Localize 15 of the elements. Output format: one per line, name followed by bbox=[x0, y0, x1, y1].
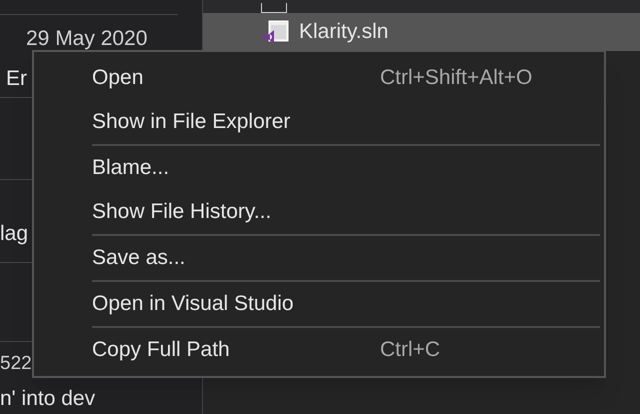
file-name: Klarity.sln bbox=[299, 19, 388, 46]
commit-message: n' into dev bbox=[0, 386, 96, 412]
commit-message: Er bbox=[6, 66, 27, 92]
menu-item[interactable]: Save as... bbox=[92, 236, 600, 280]
menu-item[interactable]: Copy Full Path Ctrl+C bbox=[92, 328, 600, 372]
commit-id: 522 bbox=[0, 352, 32, 376]
file-row[interactable]: Klarity.sln bbox=[203, 13, 640, 51]
menu-item[interactable]: Show in File Explorer bbox=[34, 100, 604, 144]
commit-message: lag bbox=[0, 221, 28, 248]
menu-item[interactable]: Open Ctrl+Shift+Alt+O bbox=[34, 56, 604, 100]
commit-date: 29 May 2020 bbox=[26, 26, 148, 52]
file-row[interactable] bbox=[203, 0, 640, 13]
menu-item[interactable]: Show File History... bbox=[92, 190, 600, 234]
menu-item[interactable]: Open in Visual Studio bbox=[92, 282, 600, 326]
menu-item[interactable]: Blame... bbox=[92, 146, 600, 190]
